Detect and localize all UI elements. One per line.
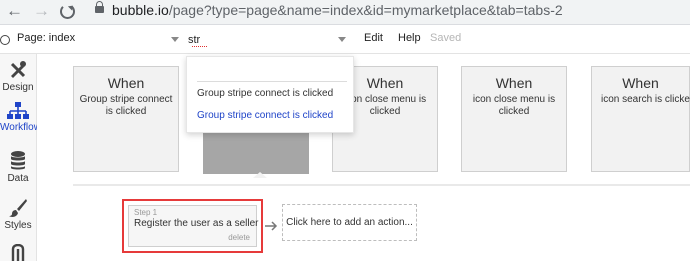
chevron-down-icon[interactable] [338, 37, 346, 42]
dropdown-option[interactable]: Group stripe connect is clicked [197, 88, 333, 99]
workflow-step[interactable]: Step 1 Register the user as a seller del… [128, 205, 259, 247]
chevron-down-icon[interactable] [171, 37, 179, 42]
event-when-label: When [495, 75, 533, 91]
menu-help[interactable]: Help [398, 32, 421, 44]
url-path: /page?type=page&name=index&id=mymarketpl… [168, 2, 563, 18]
step-number: Step 1 [134, 208, 158, 217]
workflow-canvas: When Group stripe connect is clicked Whe… [37, 54, 690, 263]
workflow-search-input[interactable] [186, 30, 354, 50]
database-icon [11, 151, 25, 170]
sidebar-item-styles[interactable]: Styles [0, 198, 36, 231]
event-when-label: When [107, 75, 145, 91]
event-card[interactable]: When icon close menu is clicked [461, 66, 567, 172]
search-results-dropdown: Group stripe connect is clicked Group st… [186, 56, 354, 133]
tools-icon [10, 61, 26, 78]
saved-status: Saved [430, 32, 462, 44]
address-bar[interactable]: bubble.io/page?type=page&name=index&id=m… [86, 0, 690, 22]
back-arrow-icon[interactable]: ← [6, 2, 23, 20]
step-delete-link[interactable]: delete [228, 233, 250, 242]
sidebar-item-label: Styles [4, 220, 32, 231]
sidebar-item-data[interactable]: Data [0, 151, 36, 184]
sidebar: Design Workflow Data Styles [0, 54, 41, 263]
menu-edit[interactable]: Edit [364, 32, 383, 44]
plug-icon [11, 244, 25, 261]
editor-toolbar: Page: index Edit Help Saved [0, 25, 690, 54]
event-card[interactable]: When icon search is clicked [591, 66, 690, 172]
browser-toolbar: ← → bubble.io/page?type=page&name=index&… [0, 0, 690, 25]
sidebar-item-label: Data [7, 173, 29, 184]
reload-icon[interactable] [60, 4, 75, 19]
forward-arrow-icon[interactable]: → [33, 2, 50, 20]
step-title: Register the user as a seller [134, 218, 259, 229]
step-highlight: Step 1 Register the user as a seller del… [122, 199, 263, 253]
sidebar-item-workflow[interactable]: Workflow [0, 102, 41, 133]
url-host: bubble.io [112, 2, 169, 18]
spellcheck-underline [192, 46, 207, 47]
page-select[interactable]: Page: index [17, 32, 75, 44]
sidebar-item-label: Design [2, 82, 34, 93]
url-text[interactable]: bubble.io/page?type=page&name=index&id=m… [112, 2, 563, 18]
lock-icon [95, 1, 104, 13]
selection-pointer [253, 172, 267, 178]
event-description: icon close menu is clicked [472, 94, 556, 117]
page-radio-icon[interactable] [0, 35, 10, 45]
brush-icon [9, 199, 27, 217]
event-when-label: When [622, 75, 659, 91]
sidebar-item-design[interactable]: Design [0, 60, 36, 93]
arrow-right-icon [265, 221, 278, 231]
dropdown-option[interactable]: Group stripe connect is clicked [197, 110, 333, 121]
event-card[interactable]: When Group stripe connect is clicked [73, 66, 179, 172]
add-action-button[interactable]: Click here to add an action... [282, 204, 417, 241]
event-description: icon search is clicked [601, 94, 690, 105]
sitemap-icon [7, 102, 29, 119]
sidebar-item-label: Workflow [0, 122, 41, 133]
dropdown-divider [197, 81, 347, 82]
event-description: Group stripe connect is clicked [79, 94, 173, 117]
sidebar-item-plugins[interactable] [0, 244, 36, 263]
workflow-actions-panel: Step 1 Register the user as a seller del… [73, 184, 690, 263]
